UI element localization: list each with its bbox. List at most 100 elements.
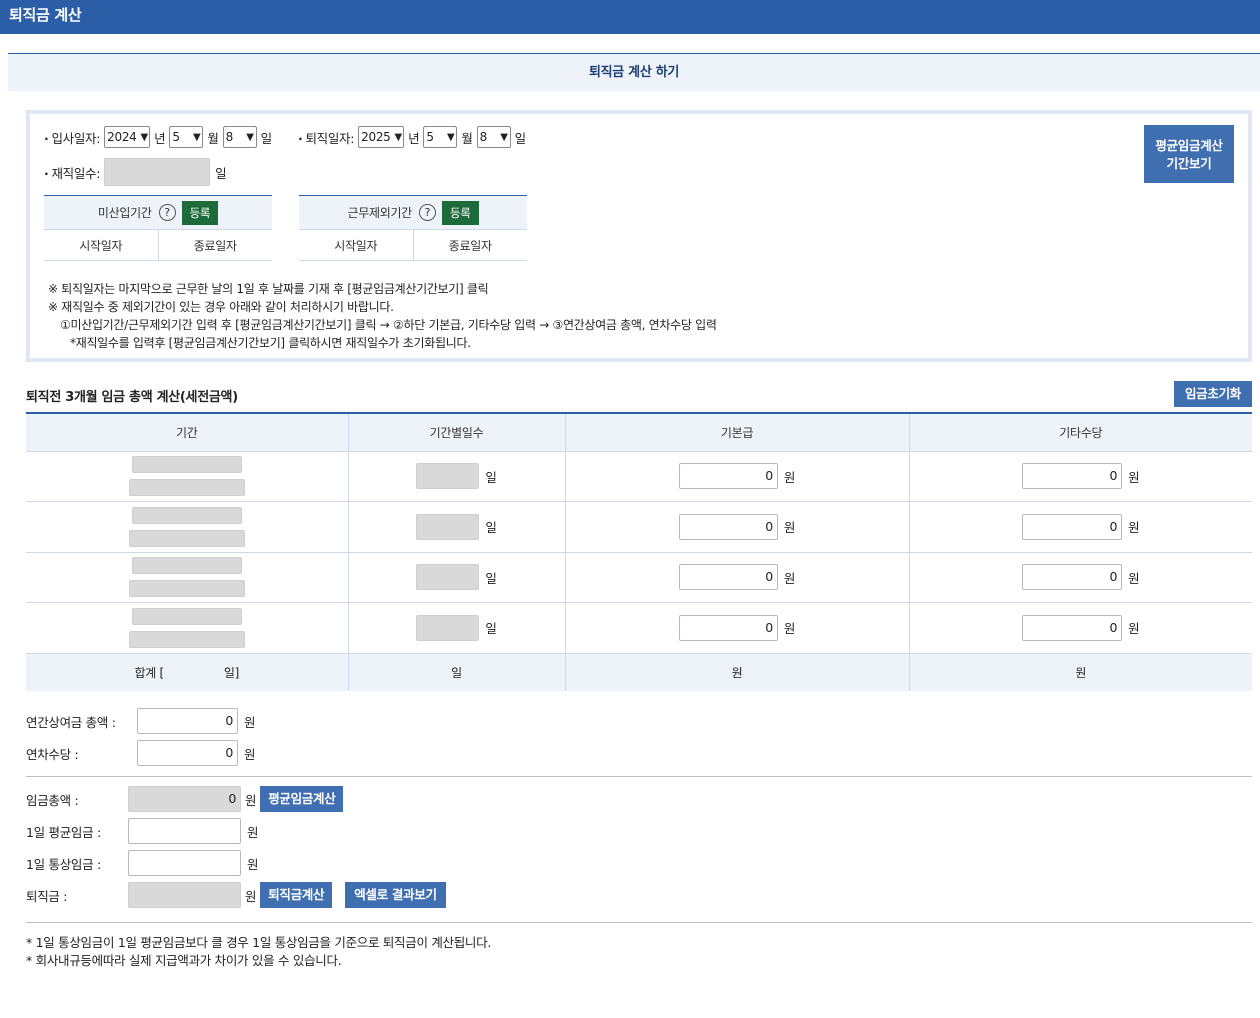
join-year-select[interactable]: 2024 ▼ — [104, 126, 151, 148]
note-3: ①미산입기간/근무제외기간 입력 후 [평균임금계산기간보기] 클릭 → ②하단… — [60, 318, 717, 332]
start-date-header: 시작일자 — [44, 230, 159, 260]
period-button-line1: 평균임금계산 — [1155, 138, 1223, 153]
daily-average-field[interactable] — [128, 818, 241, 844]
retire-month-select[interactable]: 5 ▼ — [423, 126, 458, 148]
leave-allowance-input[interactable]: 0 — [137, 740, 238, 766]
sum-base-cell: 원 — [565, 652, 910, 691]
period-start-field[interactable] — [131, 607, 242, 625]
days-field[interactable] — [416, 463, 480, 490]
severance-row: 퇴직금 : 원 퇴직금계산 엑셀로 결과보기 — [26, 882, 446, 908]
column-header-other-allowance: 기타수당 — [909, 412, 1252, 452]
sum-extra-cell: 원 — [909, 652, 1252, 691]
table-row: 일 0원 0원 — [26, 501, 1252, 553]
excluded-register-button[interactable]: 등록 — [441, 200, 479, 225]
wage-section-title: 퇴직전 3개월 임금 총액 계산(세전금액) — [26, 390, 238, 405]
footnote-1: * 1일 통상임금이 1일 평균임금보다 클 경우 1일 통상임금을 기준으로 … — [26, 935, 491, 950]
help-icon[interactable]: ? — [158, 204, 176, 221]
chevron-down-icon: ▼ — [246, 131, 254, 143]
base-pay-input[interactable]: 0 — [678, 564, 778, 591]
severance-field — [128, 882, 241, 908]
daily-ordinary-field[interactable] — [128, 850, 241, 876]
won-unit: 원 — [247, 824, 259, 840]
other-allowance-input[interactable]: 0 — [1022, 614, 1123, 641]
period-cell — [26, 451, 349, 502]
page-header: 퇴직금 계산 — [0, 0, 1260, 34]
won-unit: 원 — [783, 570, 796, 586]
base-pay-cell: 0원 — [565, 451, 910, 502]
period-end-field[interactable] — [128, 630, 245, 648]
join-day-select[interactable]: 8 ▼ — [222, 126, 257, 148]
days-field[interactable] — [416, 513, 480, 540]
average-wage-calc-button[interactable]: 평균임금계산 — [260, 786, 344, 812]
annual-bonus-input[interactable]: 0 — [137, 708, 238, 734]
column-header-base-pay: 기본급 — [565, 412, 910, 452]
excel-result-button[interactable]: 엑셀로 결과보기 — [345, 882, 446, 908]
join-month-select[interactable]: 5 ▼ — [169, 126, 204, 148]
base-pay-input[interactable]: 0 — [678, 614, 778, 641]
note-4: *재직일수를 입력후 [평균임금계산기간보기] 클릭하시면 재직일수가 초기화됩… — [70, 336, 471, 350]
tenure-label: 재직일수: — [44, 163, 100, 182]
average-wage-period-button[interactable]: 평균임금계산 기간보기 — [1144, 125, 1234, 183]
unpaid-period-table: 미산입기간 ? 등록 시작일자 종료일자 — [44, 195, 272, 261]
won-unit: 원 — [1128, 520, 1140, 536]
unpaid-register-button[interactable]: 등록 — [181, 200, 219, 225]
period-start-field[interactable] — [131, 506, 242, 524]
other-allowance-input[interactable]: 0 — [1022, 564, 1123, 591]
day-unit: 일 — [485, 520, 497, 536]
daily-average-row: 1일 평균임금 : 원 — [26, 818, 259, 844]
other-allowance-input[interactable]: 0 — [1022, 513, 1123, 540]
retire-year-select[interactable]: 2025 ▼ — [358, 126, 405, 148]
retire-day-select[interactable]: 8 ▼ — [476, 126, 511, 148]
end-date-header: 종료일자 — [193, 238, 237, 253]
day-unit: 일 — [514, 130, 527, 146]
day-unit: 일 — [485, 570, 497, 586]
won-unit: 원 — [244, 746, 256, 762]
join-date-row: 입사일자: 2024▼ 년 5▼ 월 8▼ 일 — [44, 126, 272, 148]
won-unit: 원 — [1128, 469, 1140, 485]
footnote-2: * 회사내규등에따라 실제 지급액과가 차이가 있을 수 있습니다. — [26, 953, 342, 968]
divider — [26, 776, 1252, 777]
sum-days-cell: 일 — [348, 652, 566, 691]
period-button-line2: 기간보기 — [1166, 156, 1212, 171]
base-pay-input[interactable]: 0 — [678, 513, 778, 540]
leave-allowance-label: 연차수당 : — [26, 746, 79, 762]
month-unit: 월 — [461, 130, 473, 146]
won-unit: 원 — [783, 469, 796, 485]
extra-pay-cell: 0원 — [909, 501, 1252, 553]
days-cell: 일 — [348, 451, 566, 502]
tenure-field[interactable] — [104, 158, 211, 186]
days-field[interactable] — [416, 564, 480, 591]
period-cell — [26, 602, 349, 654]
extra-pay-cell: 0원 — [909, 451, 1252, 502]
excluded-period-label: 근무제외기간 — [347, 206, 412, 220]
sum-label-right: 일] — [223, 665, 239, 680]
days-field[interactable] — [416, 614, 480, 641]
chevron-down-icon: ▼ — [394, 131, 403, 143]
retire-date-row: 퇴직일자: 2025▼ 년 5▼ 월 8▼ 일 — [298, 126, 526, 148]
days-cell: 일 — [348, 552, 566, 603]
severance-calc-button[interactable]: 퇴직금계산 — [260, 882, 333, 908]
help-icon[interactable]: ? — [418, 204, 436, 221]
period-end-field[interactable] — [128, 529, 245, 547]
base-pay-input[interactable]: 0 — [678, 463, 778, 490]
period-end-field[interactable] — [128, 580, 245, 598]
period-end-field[interactable] — [128, 479, 245, 497]
table-row: 일 0원 0원 — [26, 451, 1252, 502]
period-start-field[interactable] — [131, 557, 242, 575]
chevron-down-icon: ▼ — [500, 131, 508, 143]
start-date-header: 시작일자 — [299, 230, 414, 260]
tenure-row: 재직일수: 일 — [44, 158, 227, 186]
extra-pay-cell: 0원 — [909, 552, 1252, 603]
unpaid-period-label: 미산입기간 — [97, 206, 152, 220]
base-pay-cell: 0원 — [565, 552, 910, 603]
won-unit: 원 — [245, 792, 257, 808]
other-allowance-input[interactable]: 0 — [1022, 463, 1123, 490]
note-2: ※ 재직일수 중 제외기간이 있는 경우 아래와 같이 처리하시기 바랍니다. — [48, 300, 394, 314]
period-cell — [26, 552, 349, 603]
period-start-field[interactable] — [131, 456, 242, 474]
wage-reset-button[interactable]: 임금초기화 — [1174, 381, 1252, 407]
instructions: ※ 퇴직일자는 마지막으로 근무한 날의 1일 후 날짜를 기재 후 [평균임금… — [48, 280, 717, 352]
month-unit: 월 — [207, 130, 219, 146]
daily-ordinary-row: 1일 통상임금 : 원 — [26, 850, 259, 876]
base-pay-cell: 0원 — [565, 501, 910, 553]
